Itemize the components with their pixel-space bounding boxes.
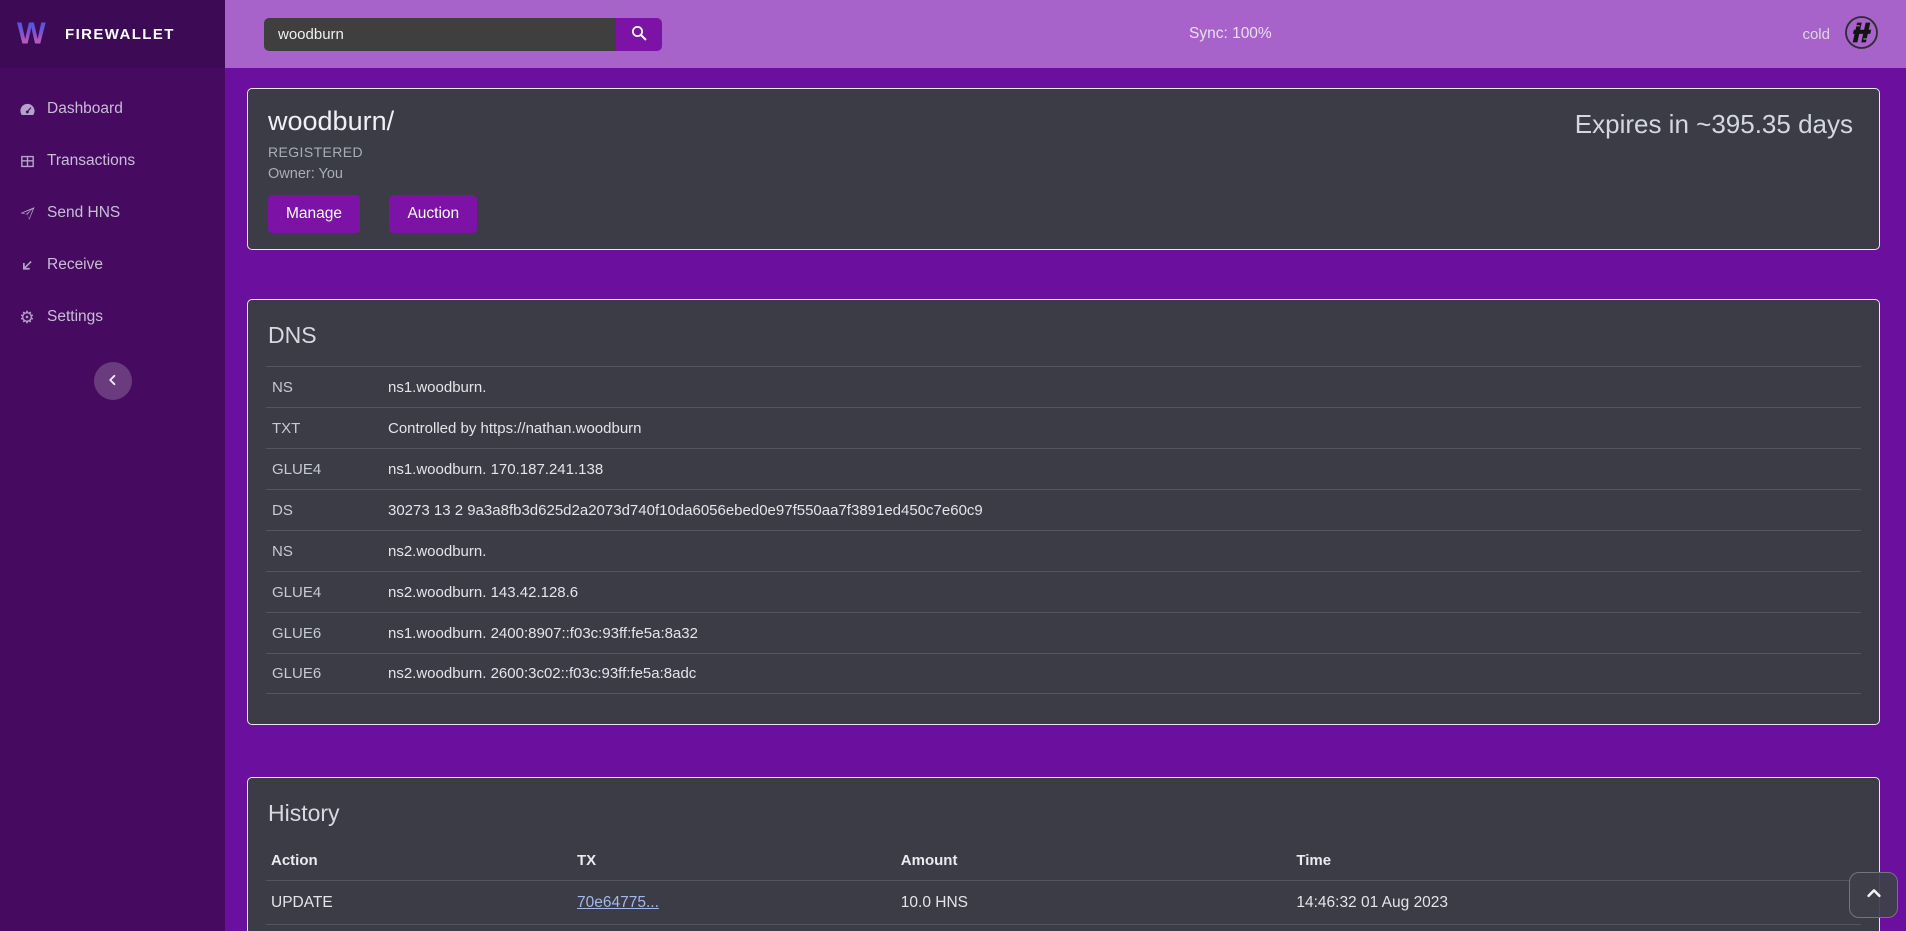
dns-record-type: NS <box>266 543 388 560</box>
dns-record-value: 30273 13 2 9a3a8fb3d625d2a2073d740f10da6… <box>388 502 983 519</box>
dns-record-value: ns1.woodburn. 2400:8907::f03c:93ff:fe5a:… <box>388 625 698 642</box>
settings-icon: ⚙ <box>18 308 36 326</box>
sidebar-item-transactions[interactable]: Transactions <box>0 135 225 187</box>
content-column: Sync: 100% cold woodburn/ REGISTERED Own… <box>225 0 1906 931</box>
dns-record-type: GLUE4 <box>266 461 388 478</box>
dns-record-row: NS ns1.woodburn. <box>266 366 1861 407</box>
search-icon <box>630 24 648 45</box>
history-row: UPDATE 70e64775... 10.0 HNS 14:46:32 01 … <box>266 881 1861 925</box>
sidebar-item-receive[interactable]: Receive <box>0 239 225 291</box>
history-col-amount: Amount <box>901 852 1297 869</box>
manage-button[interactable]: Manage <box>268 195 360 233</box>
dns-record-value: ns1.woodburn. <box>388 379 486 396</box>
dns-record-type: TXT <box>266 420 388 437</box>
dns-record-type: GLUE4 <box>266 584 388 601</box>
history-amount: 10.0 HNS <box>901 894 1297 912</box>
dns-record-type: DS <box>266 502 388 519</box>
history-time: 14:46:32 01 Aug 2023 <box>1296 894 1861 912</box>
send-icon <box>18 204 36 222</box>
sidebar-item-label: Transactions <box>47 152 135 170</box>
history-card: History Action TX Amount Time UPDATE 70e… <box>247 777 1880 931</box>
firewallet-w-logo: W <box>16 13 54 56</box>
topbar: Sync: 100% cold <box>225 0 1906 68</box>
dns-record-row: DS 30273 13 2 9a3a8fb3d625d2a2073d740f10… <box>266 489 1861 530</box>
brand-name: FIREWALLET <box>65 26 175 43</box>
chevron-left-icon <box>106 373 120 390</box>
auction-button[interactable]: Auction <box>389 195 477 233</box>
receive-icon <box>18 256 36 274</box>
dns-record-value: Controlled by https://nathan.woodburn <box>388 420 642 437</box>
chevron-up-icon <box>1865 885 1883 906</box>
dns-title: DNS <box>248 322 1879 349</box>
history-action: UPDATE <box>266 894 577 912</box>
main-content: woodburn/ REGISTERED Owner: You Manage A… <box>225 68 1906 931</box>
transactions-icon <box>18 152 36 170</box>
dns-record-value: ns2.woodburn. 2600:3c02::f03c:93ff:fe5a:… <box>388 665 696 682</box>
brand-header[interactable]: W FIREWALLET <box>0 0 225 68</box>
sidebar-item-settings[interactable]: ⚙ Settings <box>0 291 225 343</box>
sidebar-nav: Dashboard Transactions Send HNS Receive … <box>0 68 225 343</box>
sidebar: W FIREWALLET Dashboard Transactions Send… <box>0 0 225 931</box>
wallet-name: cold <box>1802 26 1830 43</box>
sidebar-item-label: Dashboard <box>47 100 123 118</box>
domain-status: REGISTERED <box>268 144 1855 160</box>
dns-record-type: NS <box>266 379 388 396</box>
dns-record-type: GLUE6 <box>266 625 388 642</box>
expires-label: Expires in ~395.35 days <box>1575 109 1853 140</box>
wallet-selector[interactable]: cold <box>1802 14 1880 55</box>
sidebar-item-label: Receive <box>47 256 103 274</box>
domain-card: woodburn/ REGISTERED Owner: You Manage A… <box>247 88 1880 250</box>
sidebar-collapse-button[interactable] <box>94 362 132 400</box>
dns-record-row: TXT Controlled by https://nathan.woodbur… <box>266 407 1861 448</box>
sync-status: Sync: 100% <box>1189 25 1272 43</box>
history-col-tx: TX <box>577 852 901 869</box>
history-row: RENEW d75c5e4... 10.0 HNS 15:17:06 07 Ju… <box>266 925 1861 931</box>
handshake-logo-icon <box>1843 14 1880 55</box>
dns-record-row: NS ns2.woodburn. <box>266 530 1861 571</box>
dns-record-row: GLUE4 ns1.woodburn. 170.187.241.138 <box>266 448 1861 489</box>
sidebar-item-label: Settings <box>47 308 103 326</box>
search-group <box>264 18 662 51</box>
sidebar-item-label: Send HNS <box>47 204 120 222</box>
search-input[interactable] <box>264 18 616 51</box>
dns-record-value: ns2.woodburn. <box>388 543 486 560</box>
dns-record-row: GLUE6 ns2.woodburn. 2600:3c02::f03c:93ff… <box>266 653 1861 694</box>
dns-record-row: GLUE6 ns1.woodburn. 2400:8907::f03c:93ff… <box>266 612 1861 653</box>
dashboard-icon <box>18 100 36 118</box>
dns-record-value: ns1.woodburn. 170.187.241.138 <box>388 461 603 478</box>
dns-record-type: GLUE6 <box>266 665 388 682</box>
history-col-action: Action <box>266 852 577 869</box>
tx-link[interactable]: 70e64775... <box>577 894 659 911</box>
history-header-row: Action TX Amount Time <box>266 841 1861 881</box>
dns-record-row: GLUE4 ns2.woodburn. 143.42.128.6 <box>266 571 1861 612</box>
svg-text:W: W <box>17 16 46 50</box>
dns-card: DNS NS ns1.woodburn. TXT Controlled by h… <box>247 299 1880 725</box>
domain-owner: Owner: You <box>268 166 1855 182</box>
search-button[interactable] <box>616 18 662 51</box>
dns-record-value: ns2.woodburn. 143.42.128.6 <box>388 584 578 601</box>
sidebar-item-send-hns[interactable]: Send HNS <box>0 187 225 239</box>
sidebar-item-dashboard[interactable]: Dashboard <box>0 83 225 135</box>
history-title: History <box>248 800 1879 827</box>
scroll-to-top-button[interactable] <box>1849 872 1898 918</box>
history-col-time: Time <box>1296 852 1861 869</box>
history-table: Action TX Amount Time UPDATE 70e64775...… <box>266 841 1861 931</box>
dns-table: NS ns1.woodburn. TXT Controlled by https… <box>266 366 1861 694</box>
